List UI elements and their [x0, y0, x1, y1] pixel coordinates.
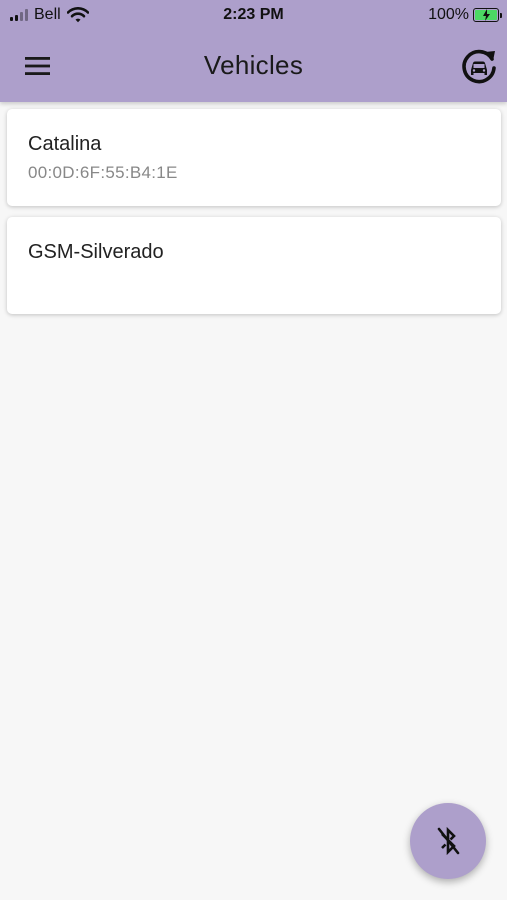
app-bar: Bell 2:23 PM 100% Vehicles: [0, 0, 507, 102]
vehicle-address: 00:0D:6F:55:B4:1E: [28, 163, 178, 182]
toolbar: Vehicles: [0, 30, 507, 102]
vehicle-name: GSM-Silverado: [28, 241, 164, 263]
battery-charging-icon: [473, 8, 502, 22]
vehicle-name: Catalina: [28, 133, 102, 155]
vehicle-card[interactable]: GSM-Silverado: [7, 217, 501, 314]
status-bar: Bell 2:23 PM 100%: [0, 0, 507, 30]
refresh-vehicle-icon[interactable]: [459, 46, 499, 86]
bluetooth-disabled-icon: [434, 825, 462, 857]
status-right: 100%: [428, 6, 502, 24]
battery-percent: 100%: [428, 6, 469, 23]
bluetooth-fab-button[interactable]: [410, 803, 486, 879]
page-title: Vehicles: [203, 50, 304, 80]
vehicle-card[interactable]: Catalina 00:0D:6F:55:B4:1E: [7, 109, 501, 206]
